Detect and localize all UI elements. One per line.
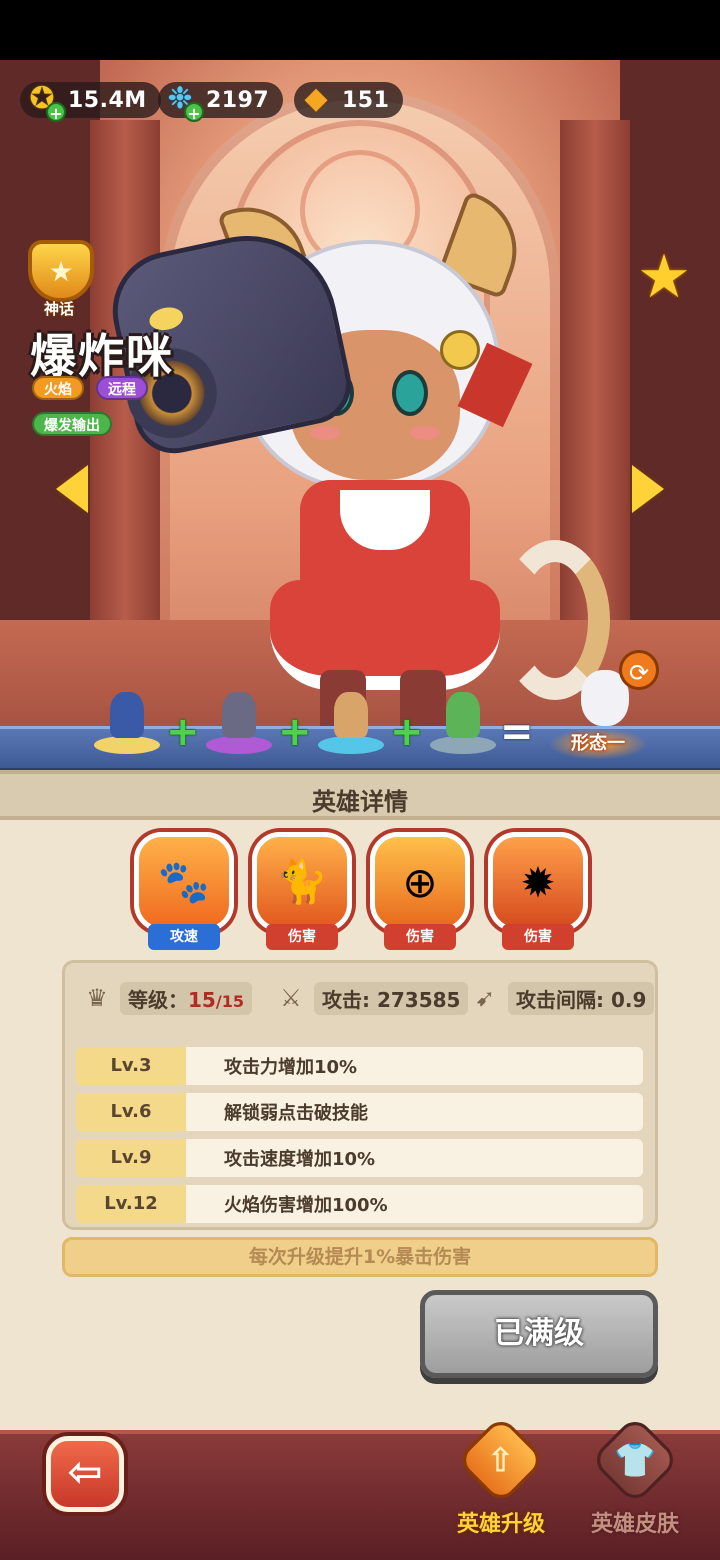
max-level-button[interactable]: 已满级	[420, 1290, 658, 1378]
stat-level: ♛ 等级：15/15	[80, 978, 252, 1018]
paw-attack-speed-icon: 🐾	[134, 832, 234, 932]
tag-ranged: 远程	[96, 376, 148, 400]
plus-icon: +	[390, 709, 424, 755]
tag-burst-damage: 爆发输出	[32, 412, 112, 436]
status-bar	[0, 0, 720, 60]
next-hero-arrow-icon[interactable]	[632, 465, 664, 513]
plus-icon: +	[278, 709, 312, 755]
skill-tag: 伤害	[266, 924, 338, 950]
tab-hero-upgrade[interactable]: ⇧ 英雄升级	[436, 1414, 566, 1550]
skill-tag: 伤害	[502, 924, 574, 950]
shirt-hanger-icon: 👕	[589, 1414, 681, 1506]
skill-attack-speed[interactable]: 🐾 攻速	[134, 832, 234, 950]
tag-fire: 火焰	[32, 376, 84, 400]
plus-icon: +	[166, 709, 200, 755]
add-gem-icon[interactable]: +	[184, 102, 204, 123]
panel-header: 英雄详情	[0, 770, 720, 820]
equals-icon: =	[500, 709, 534, 755]
blush-right	[410, 426, 440, 440]
skill-tag: 攻速	[148, 924, 220, 950]
orange-crystal-icon: ◆	[304, 80, 328, 116]
eye-right	[392, 370, 428, 416]
tab-hero-skin-label: 英雄皮肤	[590, 1512, 679, 1537]
switch-form-icon[interactable]: ⟳	[619, 650, 659, 690]
stat-attack: ⚔ 攻击: 273585	[274, 978, 469, 1018]
hero-character	[101, 190, 620, 760]
prev-hero-arrow-icon[interactable]	[56, 465, 88, 513]
upgrade-desc: 攻击速度增加10%	[224, 1149, 376, 1170]
gem-counter[interactable]: ❉ + 2197	[158, 80, 284, 123]
upgrade-arrow-icon: ⇧	[455, 1414, 547, 1506]
attack-chip: 攻击: 273585	[314, 981, 469, 1015]
upgrade-level: Lv.6	[76, 1093, 186, 1131]
skill-black-cat[interactable]: 🐈 伤害	[252, 832, 352, 950]
crosshair-damage-icon: ⊕	[370, 832, 470, 932]
level-chip: 等级：15/15	[120, 981, 252, 1015]
skill-tag: 伤害	[384, 924, 456, 950]
upgrade-level: Lv.3	[76, 1047, 186, 1085]
upgrade-desc: 火焰伤害增加100%	[224, 1195, 388, 1216]
merge-unit-wizard[interactable]	[94, 688, 160, 754]
interval-value: 0.9	[610, 987, 647, 1012]
bell-icon	[440, 330, 480, 370]
level-current: 15	[188, 987, 216, 1012]
attack-label: 攻击:	[322, 987, 377, 1012]
crossbow-icon: ➹	[474, 984, 496, 1012]
upgrade-level: Lv.9	[76, 1139, 186, 1177]
upgrade-desc: 攻击力增加10%	[224, 1057, 358, 1078]
upgrade-tip: 每次升级提升1%暴击伤害	[62, 1237, 658, 1277]
panel-title: 英雄详情	[312, 788, 408, 816]
tab-hero-skin[interactable]: 👕 英雄皮肤	[570, 1414, 700, 1550]
hero-rarity: 神话	[44, 300, 75, 318]
skill-crosshair[interactable]: ⊕ 伤害	[370, 832, 470, 950]
crystal-counter: ◆ 151	[294, 80, 404, 120]
interval-chip: 攻击间隔: 0.9	[508, 981, 655, 1015]
level-label: 等级：	[128, 987, 188, 1012]
add-gold-icon[interactable]: +	[46, 102, 66, 123]
merge-unit-knight[interactable]	[206, 688, 272, 754]
black-cat-damage-icon: 🐈	[252, 832, 352, 932]
upgrade-row: Lv.3 攻击力增加10%	[76, 1047, 643, 1085]
upgrade-level: Lv.12	[76, 1185, 186, 1223]
merge-unit-goblin[interactable]	[430, 688, 496, 754]
gold-counter[interactable]: ✪ + 15.4M	[20, 80, 161, 123]
hero-skirt	[270, 580, 500, 690]
upgrade-row: Lv.9 攻击速度增加10%	[76, 1139, 643, 1177]
attack-value: 273585	[376, 987, 461, 1012]
upgrade-row: Lv.6 解锁弱点击破技能	[76, 1093, 643, 1131]
gatling-cat-damage-icon: ✹	[488, 832, 588, 932]
back-arrow-icon[interactable]: ⇦	[46, 1436, 124, 1512]
level-max: /15	[215, 991, 244, 1011]
merge-unit-archer[interactable]	[318, 688, 384, 754]
mythic-badge-icon: ★	[28, 240, 94, 302]
favorite-star-icon[interactable]: ★	[632, 245, 696, 309]
blush-left	[310, 426, 340, 440]
tab-hero-upgrade-label: 英雄升级	[456, 1512, 545, 1537]
interval-label: 攻击间隔:	[516, 987, 611, 1012]
crown-icon: ♛	[86, 984, 108, 1012]
sword-icon: ⚔	[280, 984, 302, 1012]
form-label: 形态一	[548, 728, 648, 760]
upgrade-row: Lv.12 火焰伤害增加100%	[76, 1185, 643, 1223]
stat-interval: ➹ 攻击间隔: 0.9	[468, 978, 655, 1018]
upgrade-desc: 解锁弱点击破技能	[224, 1103, 368, 1124]
skill-gatling[interactable]: ✹ 伤害	[488, 832, 588, 950]
